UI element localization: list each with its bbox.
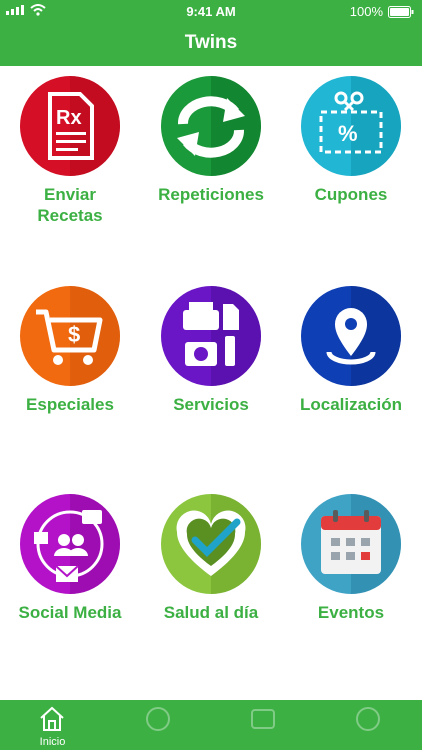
svg-text:%: % [338, 121, 358, 146]
status-right: 100% [350, 4, 414, 19]
calendar-icon [301, 494, 401, 594]
tab-3-icon [251, 709, 275, 729]
tile-repeticiones[interactable]: Repeticiones [141, 76, 281, 205]
tile-especiales[interactable]: $ Especiales [0, 286, 140, 415]
home-icon [40, 706, 64, 731]
location-pin-icon [301, 286, 401, 386]
services-icon [161, 286, 261, 386]
tile-salud-al-dia[interactable]: Salud al día [141, 494, 281, 623]
tab-inicio[interactable]: Inicio [0, 700, 105, 750]
prescription-icon: Rx [20, 76, 120, 176]
refresh-icon [161, 76, 261, 176]
tab-4-icon [356, 707, 380, 731]
shopping-cart-icon: $ [20, 286, 120, 386]
tile-label: Localización [299, 395, 403, 414]
tile-servicios[interactable]: Servicios [141, 286, 281, 415]
tab-3[interactable] [210, 700, 315, 750]
svg-text:Rx: Rx [56, 107, 82, 129]
tile-label: Cupones [314, 185, 388, 204]
tile-enviar-recetas[interactable]: Rx Enviar Recetas [0, 76, 140, 226]
navigation-bar: Twins [0, 22, 422, 66]
tile-label: Especiales [26, 395, 114, 414]
tile-label: Social Media [18, 603, 122, 622]
battery-icon [388, 5, 414, 18]
status-bar: 9:41 AM 100% [0, 0, 422, 22]
tile-eventos[interactable]: Eventos [281, 494, 421, 623]
tile-social-media[interactable]: Social Media [0, 494, 140, 623]
tab-2[interactable] [105, 700, 210, 750]
tab-label: Inicio [39, 736, 66, 748]
social-media-icon [20, 494, 120, 594]
tile-label: Enviar Recetas [37, 185, 103, 225]
tile-localizacion[interactable]: Localización [281, 286, 421, 415]
menu-grid: Rx Enviar Recetas Repeticiones % Cupones… [0, 66, 422, 700]
tile-label: Servicios [173, 395, 249, 414]
heart-check-icon [161, 494, 261, 594]
tile-label: Repeticiones [158, 185, 264, 204]
tab-4[interactable] [315, 700, 420, 750]
coupon-icon: % [301, 76, 401, 176]
tile-label: Eventos [317, 603, 385, 622]
battery-percent: 100% [349, 4, 383, 19]
tab-bar: Inicio [0, 700, 422, 750]
page-title: Twins [184, 32, 238, 53]
tile-label: Salud al día [163, 603, 259, 622]
tile-cupones[interactable]: % Cupones [281, 76, 421, 205]
svg-text:$: $ [68, 322, 80, 347]
tab-2-icon [146, 707, 170, 731]
